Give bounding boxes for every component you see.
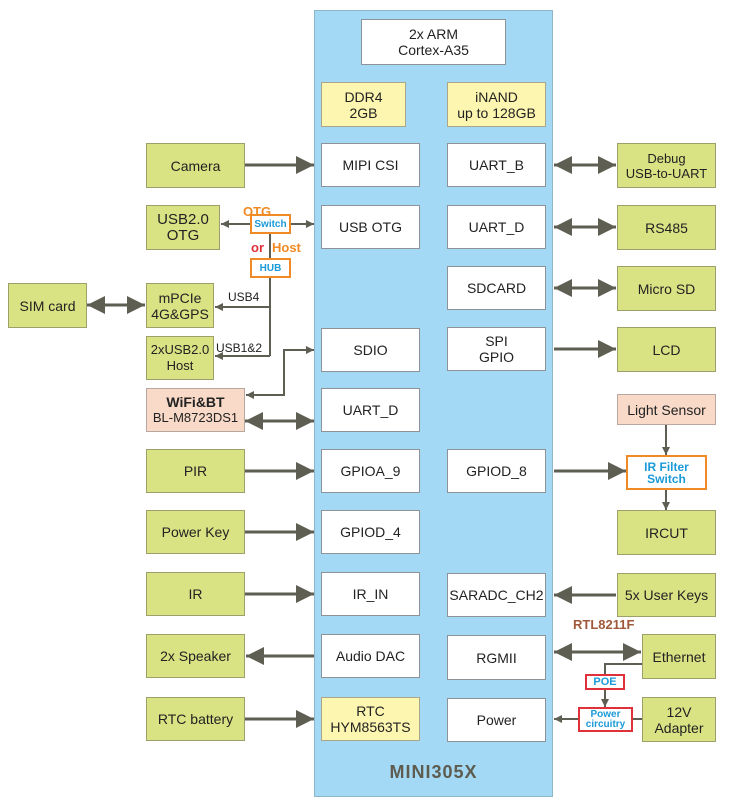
connection-lines [87, 156, 670, 728]
wire-ethernet-poe [604, 663, 642, 674]
